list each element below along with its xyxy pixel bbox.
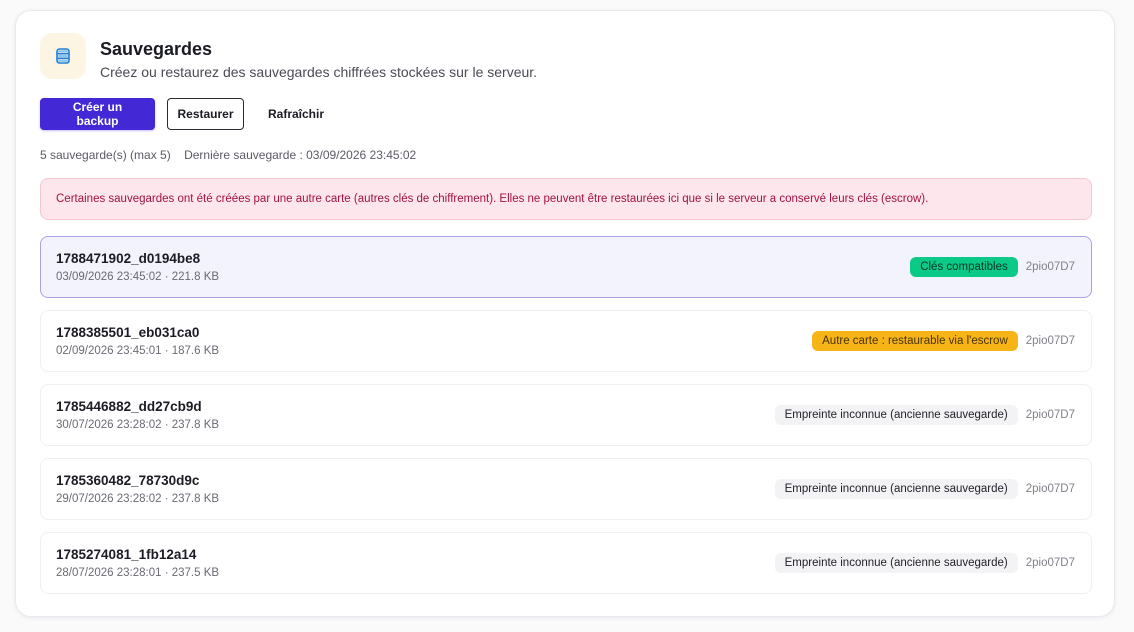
status-badge: Empreinte inconnue (ancienne sauvegarde) xyxy=(774,405,1018,425)
device-id: 2pio07D7 xyxy=(1025,557,1075,569)
backup-details: 02/09/2026 23:45:01 · 187.6 KB xyxy=(56,344,220,357)
device-id: 2pio07D7 xyxy=(1025,335,1075,347)
last-backup: Dernière sauvegarde : 03/09/2026 23:45:0… xyxy=(184,148,417,162)
backup-info: 1788471902_d0194be8 03/09/2026 23:45:02 … xyxy=(56,251,219,284)
device-id: 2pio07D7 xyxy=(1025,261,1075,273)
backup-status: Empreinte inconnue (ancienne sauvegarde)… xyxy=(774,405,1075,425)
device-id: 2pio07D7 xyxy=(1025,483,1075,495)
toolbar: Créer un backup Restaurer Rafraîchir xyxy=(40,98,336,130)
alert-text: Certaines sauvegardes ont été créées par… xyxy=(56,193,929,205)
backup-status: Autre carte : restaurable via l'escrow 2… xyxy=(812,331,1075,351)
restore-button[interactable]: Restaurer xyxy=(167,98,244,130)
backup-name: 1785274081_1fb12a14 xyxy=(56,546,197,562)
status-badge: Empreinte inconnue (ancienne sauvegarde) xyxy=(774,479,1018,499)
backup-row[interactable]: 1788385501_eb031ca0 02/09/2026 23:45:01 … xyxy=(40,310,1092,372)
refresh-button[interactable]: Rafraîchir xyxy=(256,98,336,130)
backup-row[interactable]: 1785360482_78730d9c 29/07/2026 23:28:02 … xyxy=(40,458,1092,520)
backup-info: 1785274081_1fb12a14 28/07/2026 23:28:01 … xyxy=(56,547,219,580)
backup-name: 1788471902_d0194be8 xyxy=(56,250,201,266)
backup-info: 1788385501_eb031ca0 02/09/2026 23:45:01 … xyxy=(56,325,219,358)
backup-status: Empreinte inconnue (ancienne sauvegarde)… xyxy=(774,479,1075,499)
backup-list: 1788471902_d0194be8 03/09/2026 23:45:02 … xyxy=(40,236,1092,606)
create-backup-button[interactable]: Créer un backup xyxy=(40,98,155,130)
backup-name: 1785360482_78730d9c xyxy=(56,472,200,488)
backup-count: 5 sauvegarde(s) (max 5) xyxy=(40,148,171,162)
backup-status: Empreinte inconnue (ancienne sauvegarde)… xyxy=(774,553,1075,573)
header-text: Sauvegardes Créez ou restaurez des sauve… xyxy=(100,38,537,81)
status-badge: Clés compatibles xyxy=(910,257,1018,277)
backup-info: 1785360482_78730d9c 29/07/2026 23:28:02 … xyxy=(56,473,219,506)
backup-name: 1785446882_dd27cb9d xyxy=(56,398,202,414)
backup-status: Clés compatibles 2pio07D7 xyxy=(910,257,1075,277)
backup-meta: 5 sauvegarde(s) (max 5) Dernière sauvega… xyxy=(40,148,416,162)
status-badge: Autre carte : restaurable via l'escrow xyxy=(812,331,1018,351)
backup-details: 30/07/2026 23:28:02 · 237.8 KB xyxy=(56,418,220,431)
backup-name: 1788385501_eb031ca0 xyxy=(56,324,200,340)
database-icon xyxy=(40,33,86,79)
page-title: Sauvegardes xyxy=(100,39,213,59)
backup-row[interactable]: 1785446882_dd27cb9d 30/07/2026 23:28:02 … xyxy=(40,384,1092,446)
backup-details: 03/09/2026 23:45:02 · 221.8 KB xyxy=(56,270,220,283)
status-badge: Empreinte inconnue (ancienne sauvegarde) xyxy=(774,553,1018,573)
backup-row[interactable]: 1785274081_1fb12a14 28/07/2026 23:28:01 … xyxy=(40,532,1092,594)
device-id: 2pio07D7 xyxy=(1025,409,1075,421)
escrow-warning-alert: Certaines sauvegardes ont été créées par… xyxy=(40,178,1092,220)
page-subtitle: Créez ou restaurez des sauvegardes chiff… xyxy=(100,64,538,80)
backups-card: Sauvegardes Créez ou restaurez des sauve… xyxy=(15,10,1115,617)
backup-details: 28/07/2026 23:28:01 · 237.5 KB xyxy=(56,566,220,579)
card-header: Sauvegardes Créez ou restaurez des sauve… xyxy=(40,33,537,81)
backup-info: 1785446882_dd27cb9d 30/07/2026 23:28:02 … xyxy=(56,399,219,432)
backup-details: 29/07/2026 23:28:02 · 237.8 KB xyxy=(56,492,220,505)
backup-row[interactable]: 1788471902_d0194be8 03/09/2026 23:45:02 … xyxy=(40,236,1092,298)
